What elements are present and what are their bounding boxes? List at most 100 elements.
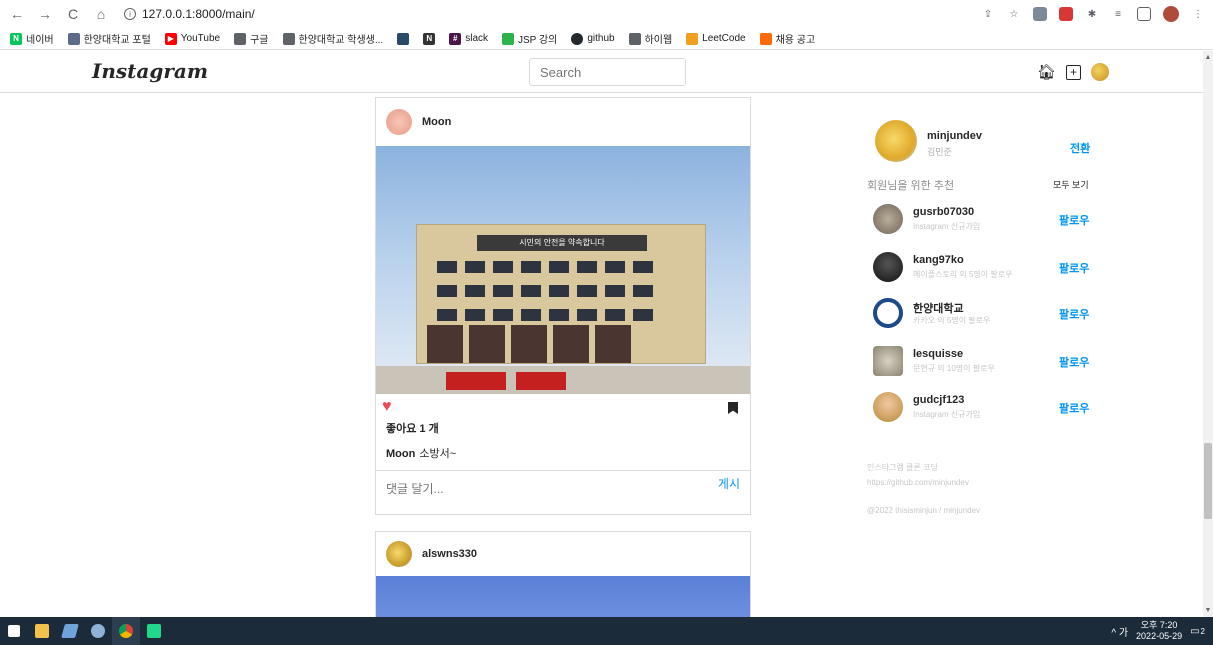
rec-subtext: 문현규 외 10명이 팔로우 — [913, 364, 995, 373]
page-scrollbar[interactable]: ▲ ▼ — [1203, 51, 1213, 617]
follow-button[interactable]: 팔로우 — [1059, 306, 1089, 322]
jobs-icon — [759, 32, 772, 45]
file-explorer-icon[interactable] — [28, 617, 56, 645]
profile-avatar[interactable] — [1163, 6, 1179, 22]
app-icon[interactable] — [56, 617, 84, 645]
avatar[interactable] — [873, 392, 903, 422]
recommendation-item: kang97ko 메이플스토리 외 5명이 팔로우 팔로우 — [873, 252, 1107, 292]
post-comment-button[interactable]: 게시 — [718, 475, 740, 492]
rec-subtext: Instagram 신규가입 — [913, 410, 981, 419]
post-image[interactable]: 시민의 안전을 약속합니다 — [376, 146, 750, 394]
forward-icon[interactable]: → — [36, 5, 54, 23]
post-avatar[interactable] — [386, 109, 412, 135]
switch-account-button[interactable]: 전환 — [1070, 140, 1090, 156]
reading-list-icon[interactable]: ≡ — [1111, 7, 1125, 21]
post-username[interactable]: Moon — [422, 116, 451, 128]
bookmark-app[interactable] — [397, 32, 410, 45]
comment-row: 게시 — [376, 470, 750, 506]
globe-icon — [282, 32, 295, 45]
back-icon[interactable]: ← — [8, 5, 26, 23]
bookmark-hiweb[interactable]: 하이웹 — [628, 31, 672, 46]
tray-ime[interactable]: ^ 가 — [1111, 624, 1128, 639]
rec-username[interactable]: lesquisse — [913, 348, 963, 360]
follow-button[interactable]: 팔로우 — [1059, 260, 1089, 276]
post-username[interactable]: alswns330 — [422, 548, 477, 560]
bookmark-google[interactable]: 구글 — [234, 31, 269, 46]
extension-icon[interactable] — [1033, 7, 1047, 21]
window-icon[interactable] — [1137, 7, 1151, 21]
home-icon[interactable]: ⌂ — [92, 5, 110, 23]
leetcode-icon — [686, 32, 699, 45]
building-banner: 시민의 안전을 약속합니다 — [477, 235, 647, 251]
bookmark-jsp[interactable]: JSP 강의 — [502, 31, 557, 46]
rec-subtext: 카카오 외 5명이 팔로우 — [913, 316, 991, 325]
search-input[interactable] — [529, 58, 686, 86]
follow-button[interactable]: 팔로우 — [1059, 400, 1089, 416]
menu-icon[interactable]: ⋮ — [1191, 7, 1205, 21]
star-icon[interactable]: ☆ — [1007, 7, 1021, 21]
bookmark-leetcode[interactable]: LeetCode — [686, 32, 746, 45]
rec-username[interactable]: 한양대학교 — [913, 300, 964, 316]
bookmark-hanyang-student[interactable]: 한양대학교 학생생... — [282, 31, 383, 46]
footer-copyright: @2022 thisisminjun / minjundev — [867, 506, 981, 515]
post-caption: Moon 소방서~ — [386, 448, 457, 460]
avatar[interactable] — [873, 204, 903, 234]
avatar[interactable] — [873, 298, 903, 328]
post-header: Moon — [376, 98, 750, 146]
chrome-icon[interactable] — [112, 617, 140, 645]
rec-username[interactable]: kang97ko — [913, 254, 964, 266]
follow-button[interactable]: 팔로우 — [1059, 212, 1089, 228]
app-icon[interactable] — [84, 617, 112, 645]
new-post-icon[interactable]: + — [1066, 64, 1082, 80]
rec-username[interactable]: gusrb07030 — [913, 206, 974, 218]
bookmark-jobs[interactable]: 채용 공고 — [759, 31, 815, 46]
info-icon[interactable]: i — [124, 8, 136, 20]
follow-button[interactable]: 팔로우 — [1059, 354, 1089, 370]
bookmark-slack[interactable]: # slack — [449, 32, 488, 45]
windows-start-icon[interactable] — [0, 617, 28, 645]
avatar[interactable] — [873, 346, 903, 376]
profile-avatar[interactable] — [1091, 63, 1110, 81]
bookmark-github[interactable]: github — [571, 32, 615, 45]
post-actions: ♥ — [376, 394, 750, 420]
feed-post: Moon 시민의 안전을 약속합니다 ♥ 좋아요 1 개 Moon소방서~ 게시 — [375, 97, 751, 515]
notification-icon[interactable]: ▭ 2 — [1190, 626, 1205, 637]
scroll-up-icon[interactable]: ▲ — [1204, 54, 1212, 61]
reload-icon[interactable]: C — [64, 5, 82, 23]
rec-subtext: Instagram 신규가입 — [913, 222, 981, 231]
scroll-down-icon[interactable]: ▼ — [1204, 607, 1212, 614]
post-image[interactable] — [376, 576, 750, 618]
home-nav-icon[interactable]: 🏠︎ — [1037, 63, 1056, 81]
like-count: 좋아요 1 개 — [386, 423, 439, 435]
bookmark-hanyang-portal[interactable]: 한양대학교 포털 — [67, 31, 151, 46]
browser-toolbar: ← → C ⌂ i 127.0.0.1:8000/main/ ⇪ ☆ ✱ ≡ ⋮ — [0, 0, 1213, 28]
ig-logo[interactable]: Instagram — [92, 59, 208, 83]
youtube-icon: ▶ — [164, 32, 177, 45]
building-illustration: 시민의 안전을 약속합니다 — [416, 224, 706, 364]
bookmark-notion[interactable]: N — [423, 32, 436, 45]
clock[interactable]: 오후 7:20 2022-05-29 — [1136, 620, 1182, 642]
slack-icon: # — [449, 32, 462, 45]
extension-icon[interactable] — [1059, 7, 1073, 21]
current-user-name: 김민준 — [927, 147, 952, 157]
current-username[interactable]: minjundev — [927, 130, 982, 142]
share-icon[interactable]: ⇪ — [981, 7, 995, 21]
bookmark-naver[interactable]: N 네이버 — [10, 31, 54, 46]
scroll-thumb[interactable] — [1204, 443, 1212, 519]
avatar[interactable] — [875, 120, 917, 162]
avatar[interactable] — [873, 252, 903, 282]
puzzle-icon[interactable]: ✱ — [1085, 7, 1099, 21]
bookmark-youtube[interactable]: ▶ YouTube — [164, 32, 220, 45]
footer-link[interactable]: https://github.com/minjundev — [867, 478, 969, 487]
see-all-link[interactable]: 모두 보기 — [1053, 178, 1089, 191]
ig-header: Instagram 🏠︎ + — [0, 51, 1203, 93]
address-bar[interactable]: i 127.0.0.1:8000/main/ — [124, 7, 255, 21]
rec-username[interactable]: gudcjf123 — [913, 394, 964, 406]
heart-icon[interactable]: ♥ — [382, 398, 392, 416]
bookmark-icon[interactable] — [728, 402, 738, 414]
pycharm-icon[interactable] — [140, 617, 168, 645]
comment-input[interactable] — [386, 481, 686, 496]
url-text[interactable]: 127.0.0.1:8000/main/ — [142, 7, 255, 21]
post-avatar[interactable] — [386, 541, 412, 567]
system-tray: ^ 가 오후 7:20 2022-05-29 ▭ 2 — [1111, 620, 1213, 642]
